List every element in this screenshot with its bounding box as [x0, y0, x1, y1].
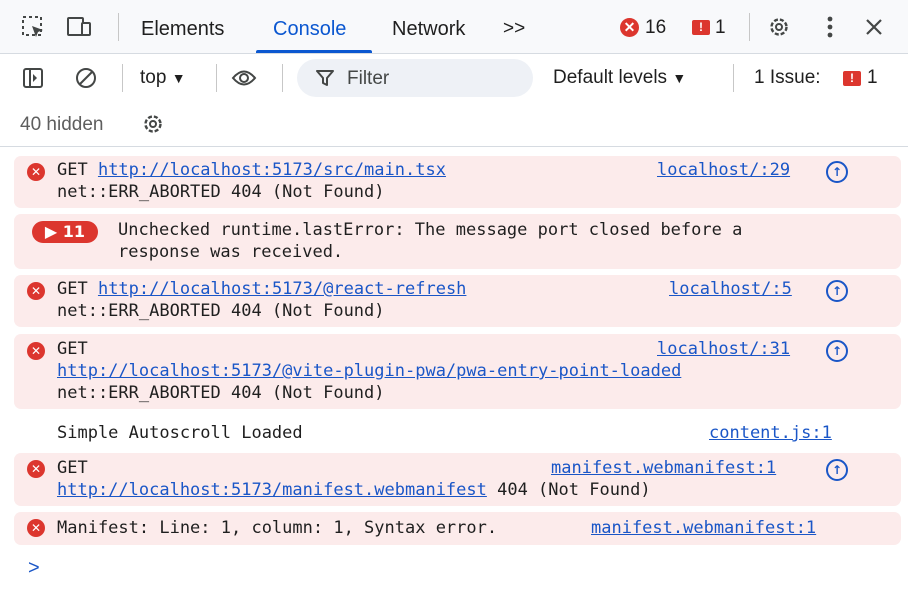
message-text: net::ERR_ABORTED 404 (Not Found) [57, 301, 385, 321]
filter-input[interactable]: Filter [297, 59, 533, 97]
network-request-icon[interactable]: ↑ [826, 340, 848, 362]
toolbar-divider [282, 64, 283, 92]
issues-button[interactable]: 1 Issue: [754, 67, 821, 89]
message-source-link[interactable]: manifest.webmanifest:1 [591, 517, 816, 539]
issues-count: 1 [867, 67, 878, 88]
chevron-down-icon: ▼ [171, 70, 186, 86]
filter-placeholder: Filter [347, 68, 390, 89]
kebab-menu-icon[interactable] [817, 14, 843, 40]
tab-network[interactable]: Network [392, 0, 465, 54]
repeat-count: 11 [62, 222, 86, 241]
hidden-messages-row: 40 hidden [0, 101, 908, 147]
context-selector[interactable]: top ▼ [140, 67, 186, 89]
close-icon[interactable] [861, 14, 887, 40]
network-request-icon[interactable]: ↑ [826, 459, 848, 481]
chevron-down-icon: ▼ [672, 70, 687, 86]
more-tabs-button[interactable]: >> [503, 0, 525, 54]
live-expression-icon[interactable] [231, 65, 257, 91]
inspect-element-icon[interactable] [20, 14, 46, 40]
console-prompt[interactable]: > [28, 557, 40, 580]
console-message-error[interactable]: ✕ GET http://localhost:5173/@react-refre… [14, 275, 901, 327]
error-icon: ✕ [27, 282, 45, 300]
error-icon: ✕ [27, 519, 45, 537]
log-levels-dropdown[interactable]: Default levels ▼ [553, 67, 686, 89]
message-text: Manifest: Line: 1, column: 1, Syntax err… [57, 518, 498, 538]
devtools-tab-bar: Elements Console Network >> ✕ 16 ! 1 [0, 0, 908, 54]
message-method: GET [57, 458, 88, 478]
sidebar-toggle-icon[interactable] [20, 65, 46, 91]
network-request-icon[interactable]: ↑ [826, 280, 848, 302]
toolbar-divider [216, 64, 217, 92]
message-method: GET [57, 160, 98, 180]
toolbar-divider [749, 13, 750, 41]
network-request-icon[interactable]: ↑ [826, 161, 848, 183]
issues-label: 1 Issue: [754, 67, 821, 88]
active-tab-indicator [256, 50, 372, 53]
message-source-link[interactable]: localhost/:31 [657, 338, 790, 360]
console-message-log[interactable]: Simple Autoscroll Loaded content.js:1 [14, 416, 901, 450]
message-source-link[interactable]: content.js:1 [709, 422, 832, 444]
message-url-link[interactable]: http://localhost:5173/@vite-plugin-pwa/p… [57, 360, 681, 382]
message-url-link[interactable]: http://localhost:5173/src/main.tsx [98, 160, 446, 180]
repeat-count-badge[interactable]: ▶ 11 [32, 221, 98, 243]
filter-icon [316, 69, 334, 92]
message-text: Unchecked runtime.lastError: The message… [118, 220, 743, 240]
error-icon: ✕ [27, 460, 45, 478]
hidden-count: 40 hidden [20, 114, 104, 135]
issue-flag-icon: ! [843, 71, 861, 86]
error-count-icon: ✕ [620, 18, 639, 37]
message-text: Simple Autoscroll Loaded [57, 423, 303, 443]
tab-console[interactable]: Console [273, 0, 346, 54]
levels-label: Default levels [553, 67, 668, 88]
clear-console-icon[interactable] [73, 65, 99, 91]
gear-icon[interactable] [766, 14, 792, 40]
console-message-error[interactable]: ✕ Manifest: Line: 1, column: 1, Syntax e… [14, 512, 901, 545]
toolbar-divider [733, 64, 734, 92]
message-source-link[interactable]: manifest.webmanifest:1 [551, 457, 776, 479]
console-message-error[interactable]: ✕ GET http://localhost:5173/src/main.tsx… [14, 156, 901, 208]
toolbar-divider [118, 13, 119, 41]
console-message-error[interactable]: ▶ 11 Unchecked runtime.lastError: The me… [14, 214, 901, 269]
message-method: GET [57, 339, 88, 359]
context-label: top [140, 67, 167, 88]
message-source-link[interactable]: localhost/:29 [657, 159, 790, 181]
error-icon: ✕ [27, 342, 45, 360]
console-toolbar: top ▼ Filter Default levels ▼ 1 Issue: !… [0, 55, 908, 101]
message-source-link[interactable]: localhost/:5 [669, 278, 792, 300]
issue-flag-icon: ! [692, 20, 710, 35]
message-text: net::ERR_ABORTED 404 (Not Found) [57, 383, 385, 403]
message-url-link[interactable]: http://localhost:5173/manifest.webmanife… [57, 480, 487, 500]
message-text: response was received. [118, 242, 344, 262]
error-count[interactable]: 16 [645, 17, 666, 39]
message-method: GET [57, 279, 98, 299]
issue-count[interactable]: 1 [715, 17, 726, 39]
tab-elements[interactable]: Elements [141, 0, 224, 54]
console-message-error[interactable]: ✕ GET http://localhost:5173/manifest.web… [14, 453, 901, 506]
message-text: 404 (Not Found) [486, 480, 651, 500]
device-toolbar-icon[interactable] [66, 14, 92, 40]
toolbar-divider [122, 64, 123, 92]
gear-icon[interactable] [141, 112, 165, 141]
console-message-error[interactable]: ✕ GET http://localhost:5173/@vite-plugin… [14, 334, 901, 409]
error-icon: ✕ [27, 163, 45, 181]
message-url-link[interactable]: http://localhost:5173/@react-refresh [98, 279, 466, 299]
message-text: net::ERR_ABORTED 404 (Not Found) [57, 182, 385, 202]
